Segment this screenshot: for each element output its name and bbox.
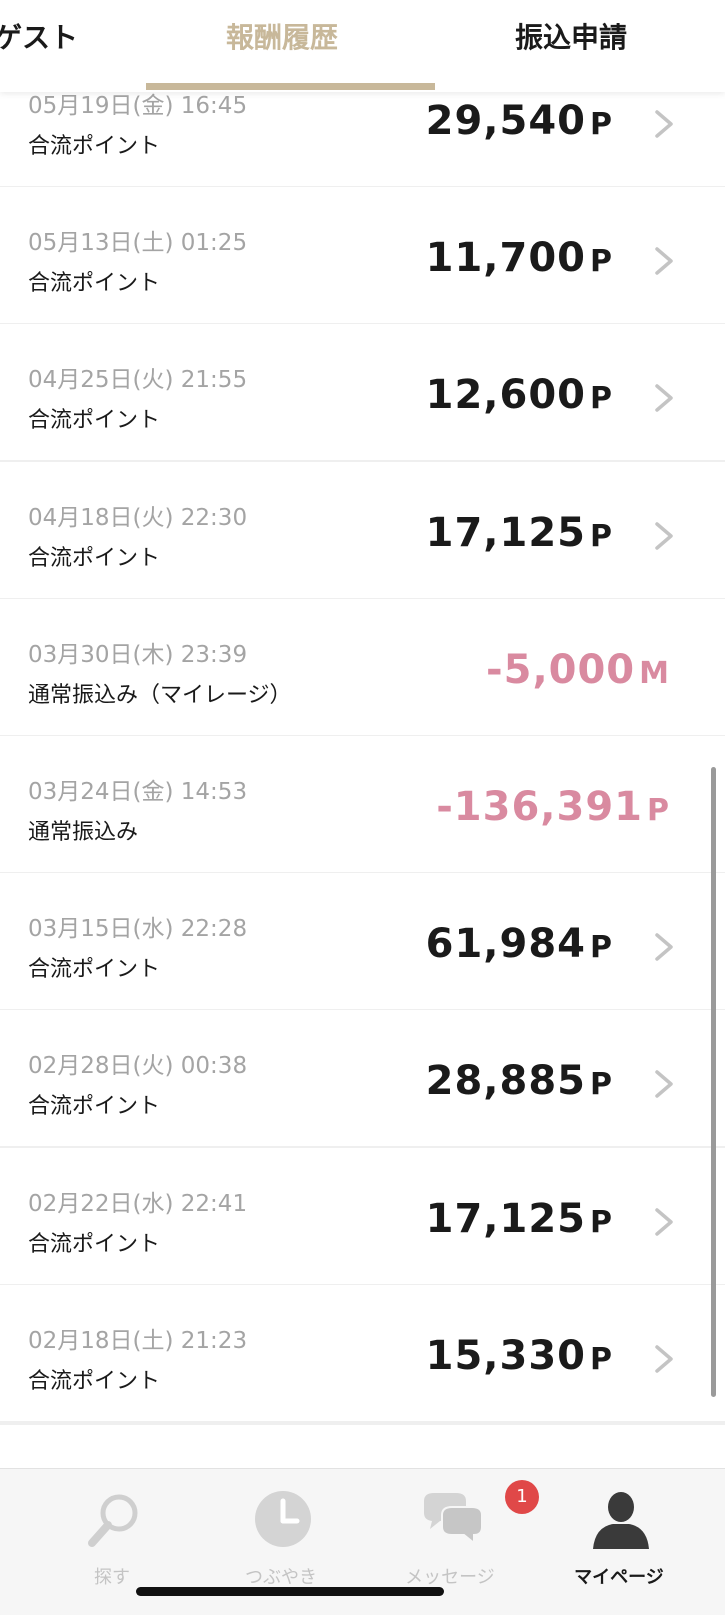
history-date: 04月18日(火) 22:30 [28, 504, 248, 531]
amount-value: 61,984 [425, 921, 586, 968]
amount-unit: M [639, 655, 670, 691]
nav-item-mypage[interactable]: マイページ [529, 1469, 709, 1615]
history-row[interactable]: 02月28日(火) 00:38 合流ポイント 28,885 P [0, 1010, 725, 1151]
amount-value: 28,885 [425, 1058, 586, 1105]
history-amount: 17,125 P [426, 510, 613, 556]
nav-label-tweets: つぶやき [245, 1567, 317, 1588]
history-row[interactable]: 02月18日(土) 21:23 合流ポイント 15,330 P [0, 1284, 725, 1425]
person-icon [593, 1492, 649, 1549]
chevron-right-icon [655, 384, 673, 413]
amount-value: 11,700 [425, 235, 586, 282]
home-indicator [136, 1587, 444, 1596]
history-row[interactable]: 04月18日(火) 22:30 合流ポイント 17,125 P [0, 461, 725, 602]
history-date: 02月18日(土) 21:23 [28, 1327, 248, 1354]
amount-value: 15,330 [425, 1332, 586, 1379]
history-row[interactable]: 05月19日(金) 16:45 合流ポイント 29,540 P [0, 88, 725, 190]
history-amount: -136,391 P [436, 784, 670, 830]
amount-value: 17,125 [425, 1195, 586, 1242]
scrollbar[interactable] [711, 767, 716, 1397]
history-row[interactable]: 03月15日(水) 22:28 合流ポイント 61,984 P [0, 873, 725, 1014]
amount-unit: P [590, 930, 613, 966]
amount-unit: P [590, 518, 613, 554]
history-date: 05月19日(金) 16:45 [28, 93, 248, 119]
top-tab-bar: ゲスト 報酬履歴 振込申請 [0, 0, 725, 92]
nav-label-mypage: マイページ [574, 1567, 664, 1588]
history-row: 03月30日(木) 23:39 通常振込み（マイレージ） -5,000 M [0, 598, 725, 739]
history-label: 合流ポイント [28, 545, 161, 571]
history-amount: 12,600 P [426, 372, 613, 418]
history-label: 合流ポイント [28, 1368, 161, 1394]
history-row[interactable]: 05月13日(土) 01:25 合流ポイント 11,700 P [0, 187, 725, 328]
clock-icon [255, 1491, 311, 1547]
tab-reward-history[interactable]: 報酬履歴 [226, 18, 338, 58]
search-icon [88, 1494, 138, 1547]
tab-transfer-request[interactable]: 振込申請 [515, 18, 627, 58]
amount-unit: P [590, 1067, 613, 1103]
chevron-right-icon [655, 521, 673, 550]
amount-value: -5,000 [486, 646, 636, 693]
amount-unit: P [590, 1204, 613, 1240]
history-amount: 15,330 P [426, 1333, 613, 1379]
chat-icon [424, 1493, 483, 1546]
amount-unit: P [590, 381, 613, 417]
history-date: 05月13日(土) 01:25 [28, 230, 248, 257]
amount-unit: P [590, 244, 613, 280]
history-label: 通常振込み [28, 820, 139, 845]
history-amount: 17,125 P [426, 1196, 613, 1242]
history-row[interactable]: 02月22日(水) 22:41 合流ポイント 17,125 P [0, 1147, 725, 1288]
chevron-right-icon [655, 933, 673, 961]
history-amount: 11,700 P [426, 235, 613, 281]
history-label: 合流ポイント [28, 957, 161, 983]
history-date: 02月22日(水) 22:41 [28, 1190, 248, 1217]
amount-value: 29,540 [425, 98, 586, 144]
amount-unit: P [590, 1341, 613, 1377]
chevron-right-icon [655, 1207, 673, 1236]
history-label: 合流ポイント [28, 1231, 161, 1257]
history-amount: 28,885 P [426, 1058, 613, 1104]
chevron-right-icon [655, 247, 673, 275]
history-amount: 29,540 P [426, 98, 613, 144]
nav-label-messages: メッセージ [405, 1567, 495, 1588]
history-label: 合流ポイント [28, 408, 161, 434]
tab-guest[interactable]: ゲスト [0, 18, 78, 58]
history-amount: 61,984 P [426, 921, 613, 967]
amount-unit: P [647, 793, 670, 828]
amount-value: -136,391 [436, 784, 643, 830]
history-label: 通常振込み（マイレージ） [28, 682, 292, 708]
message-badge: 1 [505, 1480, 539, 1514]
history-label: 合流ポイント [28, 1094, 161, 1120]
reward-history-list: 05月19日(金) 16:45 合流ポイント 29,540 P 05月13日(土) 01… [0, 88, 725, 1466]
history-date: 03月30日(木) 23:39 [28, 641, 248, 668]
history-date: 04月25日(火) 21:55 [28, 367, 248, 394]
history-date: 03月15日(水) 22:28 [28, 916, 248, 943]
amount-value: 12,600 [425, 372, 586, 419]
history-row[interactable]: 04月25日(火) 21:55 合流ポイント 12,600 P [0, 324, 725, 465]
history-date: 03月24日(金) 14:53 [28, 779, 248, 805]
amount-value: 17,125 [425, 509, 586, 556]
active-tab-indicator [146, 83, 435, 90]
history-amount: -5,000 M [486, 647, 670, 693]
history-label: 合流ポイント [28, 134, 161, 159]
chevron-right-icon [655, 1345, 673, 1373]
history-row: 03月24日(金) 14:53 通常振込み -136,391 P [0, 736, 725, 876]
history-date: 02月28日(火) 00:38 [28, 1053, 248, 1080]
amount-unit: P [590, 107, 613, 142]
chevron-right-icon [655, 110, 673, 138]
nav-label-search: 探す [94, 1567, 130, 1588]
history-label: 合流ポイント [28, 271, 161, 297]
chevron-right-icon [655, 1070, 673, 1099]
